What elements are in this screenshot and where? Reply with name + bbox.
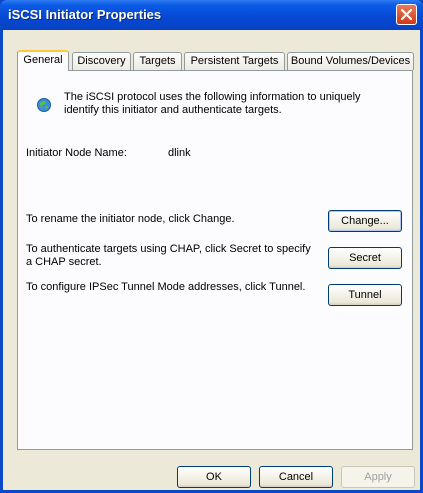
rename-instructions: To rename the initiator node, click Chan… bbox=[26, 213, 235, 225]
chap-instructions: To authenticate targets using CHAP, clic… bbox=[26, 243, 311, 268]
tab-general[interactable]: General bbox=[17, 50, 69, 71]
apply-button[interactable]: Apply bbox=[341, 466, 415, 488]
cancel-button-label: Cancel bbox=[278, 471, 314, 483]
initiator-node-name-value: dlink bbox=[168, 147, 191, 159]
window-title: iSCSI Initiator Properties bbox=[8, 7, 162, 22]
tab-discovery[interactable]: Discovery bbox=[72, 52, 131, 70]
ok-button-label: OK bbox=[206, 471, 222, 483]
change-button-label: Change... bbox=[341, 215, 389, 227]
close-icon bbox=[400, 8, 413, 21]
apply-button-label: Apply bbox=[364, 471, 392, 483]
tab-general-label: General bbox=[23, 54, 63, 66]
tab-strip: General Discovery Targets Persistent Tar… bbox=[17, 50, 417, 71]
tab-bound-volumes-devices[interactable]: Bound Volumes/Devices bbox=[287, 52, 414, 70]
tunnel-button-label: Tunnel bbox=[348, 289, 382, 301]
dialog-client-area: General Discovery Targets Persistent Tar… bbox=[3, 30, 420, 490]
tunnel-button[interactable]: Tunnel bbox=[328, 284, 402, 306]
tab-persistent-targets-label: Persistent Targets bbox=[190, 55, 279, 67]
change-button[interactable]: Change... bbox=[328, 210, 402, 232]
iscsi-properties-window: iSCSI Initiator Properties General Disco… bbox=[0, 0, 423, 493]
title-bar[interactable]: iSCSI Initiator Properties bbox=[0, 0, 423, 30]
tab-targets-label: Targets bbox=[139, 55, 176, 67]
cancel-button[interactable]: Cancel bbox=[259, 466, 333, 488]
ok-button[interactable]: OK bbox=[177, 466, 251, 488]
tab-targets[interactable]: Targets bbox=[133, 52, 182, 70]
general-tab-panel: The iSCSI protocol uses the following in… bbox=[17, 70, 413, 450]
secret-button-label: Secret bbox=[349, 252, 381, 264]
close-button[interactable] bbox=[396, 4, 417, 25]
tab-bound-volumes-devices-label: Bound Volumes/Devices bbox=[290, 55, 411, 67]
description-text: The iSCSI protocol uses the following in… bbox=[64, 91, 361, 116]
initiator-node-name-label: Initiator Node Name: bbox=[26, 147, 127, 159]
ipsec-instructions: To configure IPSec Tunnel Mode addresses… bbox=[26, 281, 306, 293]
tab-discovery-label: Discovery bbox=[77, 55, 126, 67]
secret-button[interactable]: Secret bbox=[328, 247, 402, 269]
globe-info-icon bbox=[37, 98, 51, 112]
tab-persistent-targets[interactable]: Persistent Targets bbox=[184, 52, 285, 70]
